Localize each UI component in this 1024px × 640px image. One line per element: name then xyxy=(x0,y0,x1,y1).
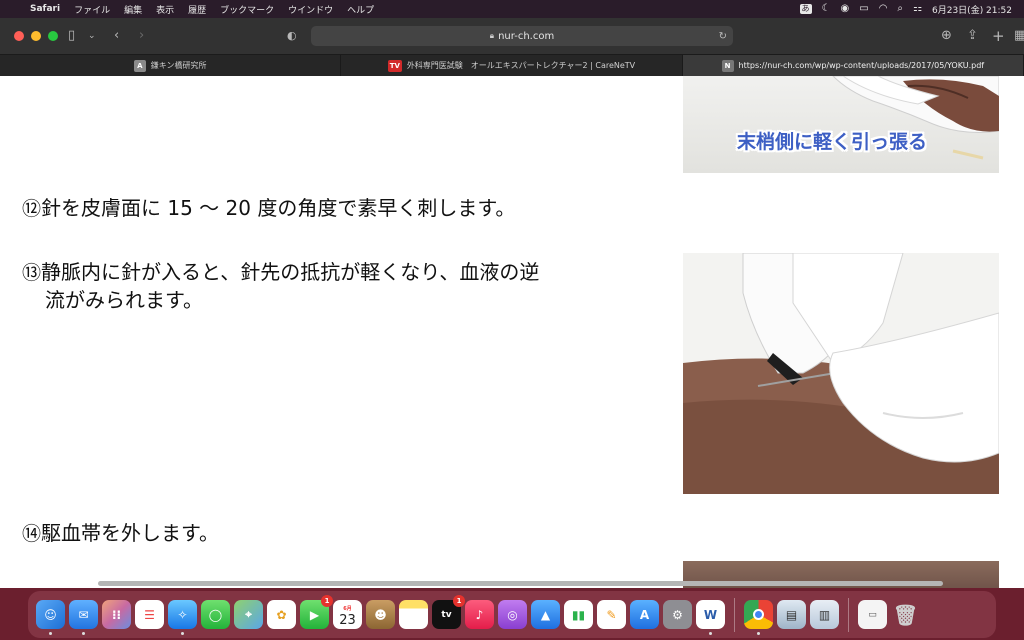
running-indicator xyxy=(757,632,760,635)
menu-help[interactable]: ヘルプ xyxy=(347,3,374,16)
calendar-icon[interactable]: 6月 23 xyxy=(333,600,362,629)
sidebar-chevron-down-icon[interactable]: ⌄ xyxy=(88,27,96,45)
tab-label: 鎌キン橋研究所 xyxy=(150,61,207,70)
tab-favicon: N xyxy=(721,59,734,72)
menu-bookmarks[interactable]: ブックマーク xyxy=(220,3,274,16)
address-text: nur-ch.com xyxy=(498,30,555,42)
pages-icon[interactable]: ✎ xyxy=(597,600,626,629)
step-12-number: ⑫ xyxy=(22,198,42,220)
tab-label: 外科専門医試験 オールエキスパートレクチャー2 | CareNeTV xyxy=(406,61,636,70)
menu-view[interactable]: 表示 xyxy=(156,3,174,16)
launchpad-icon[interactable]: ⁝⁝ xyxy=(102,600,131,629)
tab-label: https://nur-ch.com/wp/wp-content/uploads… xyxy=(738,61,985,70)
keynote-icon[interactable]: ▲ xyxy=(531,600,560,629)
step-13-line2: 流がみられます。 xyxy=(45,288,203,312)
close-window-button[interactable] xyxy=(14,31,24,41)
dock: ☺ ✉ ⁝⁝ ☰ ✧ ◯ ⌖ ✿ ▶ 1 6月 23 ☻ tv 1 ♪ ◎ ▲ ▮▮… xyxy=(28,591,996,638)
downloads-icon[interactable]: ⊕ xyxy=(941,27,952,45)
app-store-icon[interactable]: A xyxy=(630,600,659,629)
dock-separator xyxy=(848,597,849,632)
status-circle-icon[interactable]: ◉ xyxy=(841,4,850,14)
step-12-text: 針を皮膚面に 15 〜 20 度の角度で素早く刺します。 xyxy=(41,196,516,220)
calendar-day: 23 xyxy=(339,612,356,628)
control-center-icon[interactable]: ⚏ xyxy=(913,4,922,14)
finder-icon[interactable]: ☺ xyxy=(36,600,65,635)
tab-favicon: A xyxy=(133,59,146,72)
system-preferences-icon[interactable]: ⚙ xyxy=(663,600,692,629)
step-13: ⑬静脈内に針が入ると、針先の抵抗が軽くなり、血液の逆 xyxy=(22,257,539,288)
tab-kenkyujo[interactable]: A 鎌キン橋研究所 xyxy=(0,55,342,76)
trash-icon[interactable]: 🗑︎ xyxy=(891,600,920,629)
procedure-photo-skin-traction: 末梢側に軽く引っ張る xyxy=(683,76,999,173)
menu-file[interactable]: ファイル xyxy=(74,3,110,16)
reminders-icon[interactable]: ☰ xyxy=(135,600,164,629)
chrome-icon[interactable] xyxy=(744,600,773,635)
menu-edit[interactable]: 編集 xyxy=(124,3,142,16)
step-13-line1: 静脈内に針が入ると、針先の抵抗が軽くなり、血液の逆 xyxy=(41,260,540,284)
maps-icon[interactable]: ⌖ xyxy=(234,600,263,629)
step-12: ⑫針を皮膚面に 15 〜 20 度の角度で素早く刺します。 xyxy=(22,193,515,224)
procedure-photo-needle-insertion xyxy=(683,253,999,494)
tab-carenetv[interactable]: TV 外科専門医試験 オールエキスパートレクチャー2 | CareNeTV xyxy=(341,55,683,76)
new-tab-icon[interactable]: + xyxy=(992,27,1005,45)
input-method-indicator[interactable]: あ xyxy=(799,4,812,14)
photos-icon[interactable]: ✿ xyxy=(267,600,296,629)
privacy-shield-icon[interactable]: ◐ xyxy=(287,27,297,45)
reload-icon[interactable]: ↻ xyxy=(719,31,727,42)
menu-history[interactable]: 履歴 xyxy=(188,3,206,16)
running-indicator xyxy=(181,632,184,635)
preview-thumbnail[interactable]: ▥ xyxy=(810,600,839,629)
wifi-icon[interactable]: ◠ xyxy=(879,4,888,14)
battery-icon[interactable]: ▭ xyxy=(859,4,868,14)
mail-icon[interactable]: ✉ xyxy=(69,600,98,635)
apple-tv-icon[interactable]: tv 1 xyxy=(432,595,465,629)
step-13-number: ⑬ xyxy=(22,262,42,284)
messages-icon[interactable]: ◯ xyxy=(201,600,230,629)
focus-moon-icon[interactable]: ☾ xyxy=(822,4,831,14)
menu-bar: Safari ファイル 編集 表示 履歴 ブックマーク ウインドウ ヘルプ あ … xyxy=(0,0,1024,18)
numbers-icon[interactable]: ▮▮ xyxy=(564,600,593,629)
menu-clock[interactable]: 6月23日(金) 21:52 xyxy=(932,3,1012,16)
step-13-continuation: 流がみられます。 xyxy=(45,285,203,315)
tab-favicon: TV xyxy=(387,59,402,72)
address-bar[interactable]: 🔒︎ nur-ch.com ↻ xyxy=(311,26,733,46)
menu-window[interactable]: ウインドウ xyxy=(288,3,333,16)
tv-badge: 1 xyxy=(453,595,465,607)
safari-window: ▯ ⌄ ‹ › ◐ 🔒︎ nur-ch.com ↻ ⊕ ⇪ + ▦ A 鎌キン橋… xyxy=(0,18,1024,588)
horizontal-scrollbar[interactable] xyxy=(98,581,943,586)
photo-caption: 末梢側に軽く引っ張る xyxy=(737,131,928,153)
word-icon[interactable]: W xyxy=(696,600,725,635)
music-icon[interactable]: ♪ xyxy=(465,600,494,629)
zoom-window-button[interactable] xyxy=(48,31,58,41)
sidebar-toggle-icon[interactable]: ▯ xyxy=(68,27,75,45)
lock-icon: 🔒︎ xyxy=(489,31,495,40)
browser-toolbar: ▯ ⌄ ‹ › ◐ 🔒︎ nur-ch.com ↻ ⊕ ⇪ + ▦ xyxy=(0,18,1024,54)
menu-app-name[interactable]: Safari xyxy=(30,4,60,14)
forward-icon[interactable]: › xyxy=(139,27,144,45)
minimized-window-thumbnail[interactable]: ▤ xyxy=(777,600,806,629)
tab-yoku-pdf[interactable]: N https://nur-ch.com/wp/wp-content/uploa… xyxy=(682,55,1024,76)
back-icon[interactable]: ‹ xyxy=(114,27,119,45)
running-indicator xyxy=(82,632,85,635)
running-indicator xyxy=(709,632,712,635)
minimize-window-button[interactable] xyxy=(31,31,41,41)
tab-bar: A 鎌キン橋研究所 TV 外科専門医試験 オールエキスパートレクチャー2 | C… xyxy=(0,54,1024,76)
pdf-content[interactable]: 末梢側に軽く引っ張る ⑫針を皮膚面に 15 〜 20 度の角度で素早く刺します。… xyxy=(0,76,1024,588)
facetime-badge: 1 xyxy=(321,595,333,607)
notes-icon[interactable] xyxy=(399,600,428,629)
step-14: ⑭駆血帯を外します。 xyxy=(22,518,219,549)
contacts-icon[interactable]: ☻ xyxy=(366,600,395,629)
step-14-text: 駆血帯を外します。 xyxy=(41,521,220,545)
facetime-icon[interactable]: ▶ 1 xyxy=(300,595,333,629)
document-stack-icon[interactable]: ▭ xyxy=(858,600,887,629)
tab-overview-icon[interactable]: ▦ xyxy=(1014,27,1024,45)
share-icon[interactable]: ⇪ xyxy=(967,27,978,45)
safari-icon[interactable]: ✧ xyxy=(168,600,197,635)
step-14-number: ⑭ xyxy=(22,523,42,545)
spotlight-search-icon[interactable]: ⌕ xyxy=(897,4,903,14)
running-indicator xyxy=(49,632,52,635)
dock-separator xyxy=(734,597,735,632)
podcasts-icon[interactable]: ◎ xyxy=(498,600,527,629)
